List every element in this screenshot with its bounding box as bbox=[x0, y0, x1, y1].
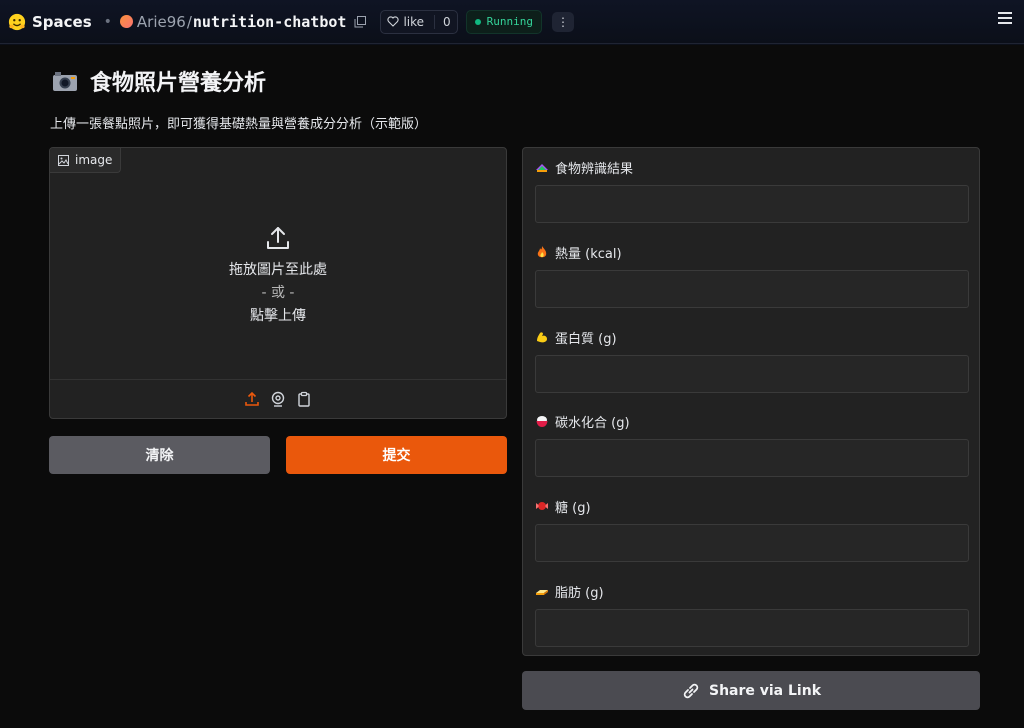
image-icon bbox=[58, 154, 69, 166]
image-label-text: image bbox=[75, 153, 113, 167]
protein-field: 蛋白質 (g) bbox=[535, 328, 969, 393]
image-upload-panel: image 拖放圖片至此處 - 或 - 點擊上傳 bbox=[49, 147, 507, 419]
fat-field: 脂肪 (g) bbox=[535, 582, 969, 647]
food-icon bbox=[536, 164, 548, 172]
like-button[interactable]: like 0 bbox=[380, 9, 458, 34]
food-result-output[interactable] bbox=[535, 185, 969, 223]
share-label: Share via Link bbox=[708, 682, 821, 699]
status-dot-icon bbox=[474, 18, 481, 25]
spaces-link[interactable]: Spaces bbox=[32, 13, 92, 31]
clear-button[interactable]: 清除 bbox=[49, 436, 270, 474]
status-text: Running bbox=[486, 15, 534, 28]
path-slash: / bbox=[186, 12, 192, 31]
page-title: 食物照片營養分析 bbox=[90, 71, 267, 96]
status-badge[interactable]: Running bbox=[465, 9, 543, 34]
app-main: 食物照片營養分析 上傳一張餐點照片，即可獲得基礎熱量與營養成分分析（示範版） i… bbox=[0, 45, 1024, 728]
fat-label: 脂肪 (g) bbox=[555, 585, 604, 601]
carbs-field: 碳水化合 (g) bbox=[535, 412, 969, 477]
calories-label: 熱量 (kcal) bbox=[555, 246, 622, 262]
repo-link[interactable]: nutrition-chatbot bbox=[193, 13, 347, 31]
fire-icon bbox=[537, 246, 547, 258]
candy-icon bbox=[536, 502, 548, 510]
like-count: 0 bbox=[434, 14, 451, 29]
menu-icon[interactable] bbox=[998, 12, 1012, 24]
copy-icon[interactable] bbox=[354, 15, 367, 28]
drop-text: 拖放圖片至此處 bbox=[229, 261, 327, 278]
carbs-output[interactable] bbox=[535, 439, 969, 477]
top-bar: Spaces • Arie96 / nutrition-chatbot like… bbox=[0, 0, 1024, 44]
calories-label-row: 熱量 (kcal) bbox=[535, 243, 969, 262]
results-panel: 食物辨識結果 熱量 (kcal) 蛋白質 (g) 碳水化合 (g) 糖 (g) … bbox=[522, 147, 980, 656]
butter-icon bbox=[536, 590, 548, 595]
owner-link[interactable]: Arie96 bbox=[137, 13, 186, 31]
rice-icon bbox=[536, 416, 548, 427]
fat-label-row: 脂肪 (g) bbox=[535, 582, 969, 601]
food-result-label-row: 食物辨識結果 bbox=[535, 158, 969, 177]
owner-avatar[interactable] bbox=[119, 15, 133, 28]
webcam-icon[interactable] bbox=[270, 391, 286, 407]
upload-source-toolbar bbox=[50, 379, 506, 418]
link-icon bbox=[683, 683, 699, 698]
carbs-label: 碳水化合 (g) bbox=[555, 415, 630, 431]
sugar-label-row: 糖 (g) bbox=[535, 497, 969, 516]
image-label-tag: image bbox=[50, 148, 122, 173]
share-link-button[interactable]: Share via Link bbox=[522, 671, 980, 710]
page-subtitle: 上傳一張餐點照片，即可獲得基礎熱量與營養成分分析（示範版） bbox=[50, 117, 428, 132]
sugar-field: 糖 (g) bbox=[535, 497, 969, 562]
sugar-output[interactable] bbox=[535, 524, 969, 562]
food-result-label: 食物辨識結果 bbox=[555, 161, 634, 177]
camera-icon bbox=[53, 72, 77, 91]
upload-icon bbox=[267, 226, 289, 249]
carbs-label-row: 碳水化合 (g) bbox=[535, 412, 969, 431]
submit-button[interactable]: 提交 bbox=[286, 436, 507, 474]
protein-output[interactable] bbox=[535, 355, 969, 393]
heart-icon bbox=[387, 16, 400, 27]
more-options-button[interactable]: ⋮ bbox=[552, 11, 575, 32]
clipboard-icon[interactable] bbox=[296, 391, 312, 407]
or-text: - 或 - bbox=[261, 284, 295, 301]
more-icon: ⋮ bbox=[557, 14, 570, 29]
protein-label: 蛋白質 (g) bbox=[555, 331, 617, 347]
calories-output[interactable] bbox=[535, 270, 969, 308]
sugar-label: 糖 (g) bbox=[555, 500, 591, 516]
header-separator: • bbox=[103, 13, 112, 30]
food-result-field: 食物辨識結果 bbox=[535, 158, 969, 223]
like-label: like bbox=[403, 14, 425, 29]
hugging-face-logo-icon[interactable] bbox=[8, 13, 26, 31]
upload-source-icon[interactable] bbox=[244, 391, 260, 407]
click-upload-text: 點擊上傳 bbox=[250, 307, 306, 324]
muscle-icon bbox=[537, 332, 547, 343]
fat-output[interactable] bbox=[535, 609, 969, 647]
protein-label-row: 蛋白質 (g) bbox=[535, 328, 969, 347]
title-row: 食物照片營養分析 bbox=[52, 65, 266, 97]
image-dropzone[interactable]: 拖放圖片至此處 - 或 - 點擊上傳 bbox=[50, 172, 506, 380]
calories-field: 熱量 (kcal) bbox=[535, 243, 969, 308]
